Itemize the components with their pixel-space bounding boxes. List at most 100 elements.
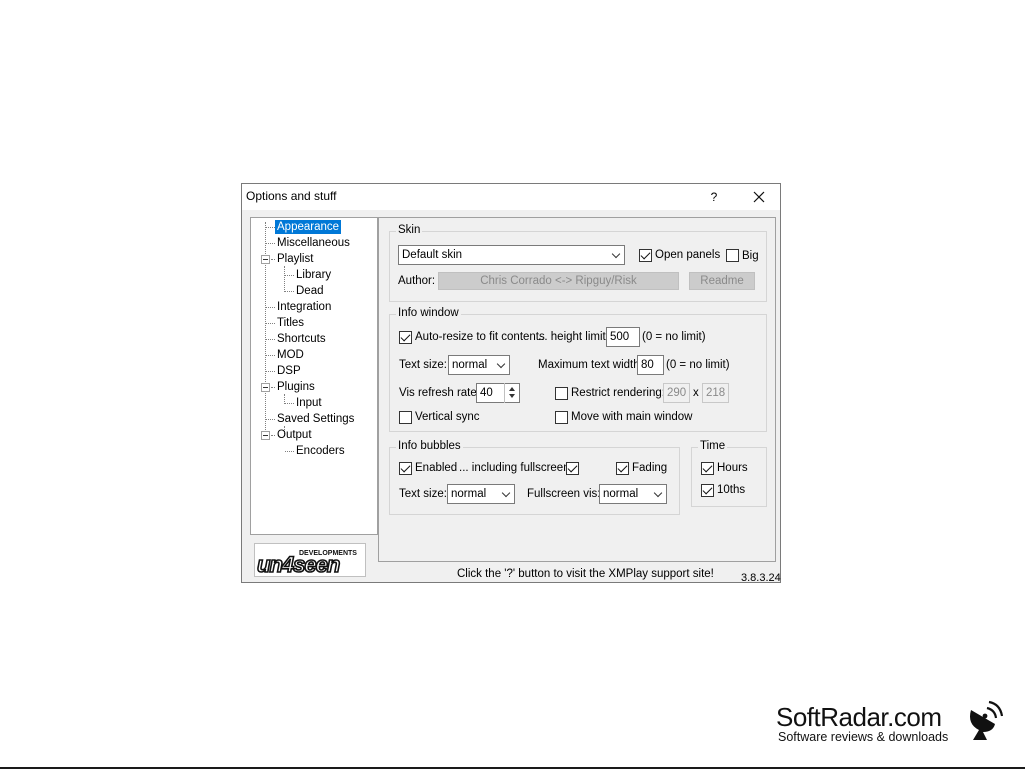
skin-select-value: Default skin xyxy=(402,249,463,261)
bubbles-text-size-select[interactable]: normal xyxy=(447,484,515,504)
vis-refresh-value: 40 xyxy=(480,387,493,399)
max-width-input[interactable]: 80 xyxy=(637,355,664,375)
help-button[interactable]: ? xyxy=(704,186,724,208)
height-limit-label: ... height limit: xyxy=(538,331,609,343)
tree-item-encoders[interactable]: Encoders xyxy=(294,444,347,458)
bubbles-enabled-label: Enabled xyxy=(415,462,458,474)
info-window-group: Info window Auto-resize to fit contents … xyxy=(389,307,767,432)
info-bubbles-group: Info bubbles Enabled ... including fulls… xyxy=(389,440,680,515)
tree-line xyxy=(266,307,275,308)
fullscreen-vis-value: normal xyxy=(603,488,639,500)
max-width-label: Maximum text width: xyxy=(538,359,643,371)
spin-up-icon[interactable] xyxy=(509,387,515,391)
bubbles-text-size-value: normal xyxy=(451,488,487,500)
text-size-value: normal xyxy=(452,359,488,371)
tree-item-mod[interactable]: MOD xyxy=(275,348,306,362)
bubbles-text-size-label: Text size: xyxy=(399,488,447,500)
info-window-group-label: Info window xyxy=(396,307,461,319)
tenths-checkbox[interactable] xyxy=(701,484,714,497)
bubbles-fading-label: Fading xyxy=(632,462,668,474)
max-width-note: (0 = no limit) xyxy=(666,359,730,371)
hours-label: Hours xyxy=(717,462,748,474)
tree-line xyxy=(285,291,294,292)
tree-line xyxy=(285,403,294,404)
tree-line xyxy=(266,419,275,420)
chevron-down-icon xyxy=(496,359,506,369)
settings-panel: Skin Default skin Open panels Big Author… xyxy=(378,217,776,562)
tree-item-integration[interactable]: Integration xyxy=(275,300,333,314)
options-dialog: Options and stuff ? Appearance Miscellan… xyxy=(241,183,781,584)
tree-line xyxy=(285,275,294,276)
bubbles-fading-checkbox[interactable] xyxy=(616,462,629,475)
collapse-icon[interactable] xyxy=(261,431,270,440)
auto-resize-checkbox[interactable] xyxy=(399,331,412,344)
tree-item-saved-settings[interactable]: Saved Settings xyxy=(275,412,356,426)
tree-item-plugins[interactable]: Plugins xyxy=(275,380,317,394)
vis-refresh-spinner[interactable] xyxy=(504,383,519,403)
time-group: Time Hours 10ths xyxy=(691,440,767,507)
status-text: Click the '?' button to visit the XMPlay… xyxy=(457,568,714,580)
tree-item-titles[interactable]: Titles xyxy=(275,316,306,330)
tree-item-miscellaneous[interactable]: Miscellaneous xyxy=(275,236,352,250)
info-bubbles-group-label: Info bubbles xyxy=(396,440,463,452)
satellite-dish-icon xyxy=(970,700,1003,740)
hours-checkbox[interactable] xyxy=(701,462,714,475)
bubbles-fullscreen-label: ... including fullscreen xyxy=(459,462,570,474)
close-icon xyxy=(753,191,765,203)
fullscreen-vis-select[interactable]: normal xyxy=(599,484,667,504)
tree-line xyxy=(285,451,294,452)
tree-line xyxy=(266,323,275,324)
restrict-height-input: 218 xyxy=(702,383,729,403)
chevron-down-icon xyxy=(501,488,511,498)
vis-refresh-input[interactable]: 40 xyxy=(476,383,520,403)
auto-resize-label: Auto-resize to fit contents xyxy=(415,331,545,343)
collapse-icon[interactable] xyxy=(261,255,270,264)
tree-item-library[interactable]: Library xyxy=(294,268,333,282)
restrict-width-input: 290 xyxy=(663,383,690,403)
big-checkbox[interactable] xyxy=(726,249,739,262)
move-with-main-label: Move with main window xyxy=(571,411,693,423)
spin-down-icon[interactable] xyxy=(509,394,515,398)
tree-line xyxy=(266,243,275,244)
restrict-rendering-label: Restrict rendering: xyxy=(571,387,665,399)
height-limit-input[interactable]: 500 xyxy=(606,327,640,347)
time-group-label: Time xyxy=(698,440,728,452)
tree-item-output[interactable]: Output xyxy=(275,428,314,442)
un4seen-logo: DEVELOPMENTS un4seen xyxy=(254,543,366,577)
vertical-sync-checkbox[interactable] xyxy=(399,411,412,424)
window-title: Options and stuff xyxy=(246,189,337,203)
chevron-down-icon xyxy=(653,488,663,498)
tree-item-shortcuts[interactable]: Shortcuts xyxy=(275,332,328,346)
vertical-sync-label: Vertical sync xyxy=(415,411,480,423)
open-panels-checkbox[interactable] xyxy=(639,249,652,262)
watermark-name: SoftRadar.com xyxy=(776,702,942,732)
readme-button[interactable]: Readme xyxy=(689,272,755,290)
chevron-down-icon xyxy=(611,249,621,259)
watermark-tagline: Software reviews & downloads xyxy=(778,730,949,744)
tree-line xyxy=(266,227,275,228)
logo-main-text: un4seen xyxy=(257,552,340,576)
options-tree[interactable]: Appearance Miscellaneous Playlist Librar… xyxy=(250,217,378,535)
fullscreen-vis-label: Fullscreen vis: xyxy=(527,488,601,500)
skin-select[interactable]: Default skin xyxy=(398,245,625,265)
big-label: Big xyxy=(742,250,759,262)
bubbles-enabled-checkbox[interactable] xyxy=(399,462,412,475)
tree-item-dsp[interactable]: DSP xyxy=(275,364,303,378)
title-bar[interactable]: Options and stuff ? xyxy=(242,184,780,210)
tenths-label: 10ths xyxy=(717,484,746,496)
restrict-rendering-checkbox[interactable] xyxy=(555,387,568,400)
close-button[interactable] xyxy=(744,185,774,209)
text-size-label: Text size: xyxy=(399,359,447,371)
text-size-select[interactable]: normal xyxy=(448,355,510,375)
tree-item-input[interactable]: Input xyxy=(294,396,324,410)
open-panels-label: Open panels xyxy=(655,249,721,261)
tree-item-playlist[interactable]: Playlist xyxy=(275,252,315,266)
tree-item-dead[interactable]: Dead xyxy=(294,284,326,298)
bubbles-fullscreen-checkbox[interactable] xyxy=(566,462,579,475)
move-with-main-checkbox[interactable] xyxy=(555,411,568,424)
tree-item-appearance[interactable]: Appearance xyxy=(275,220,342,234)
author-field: Chris Corrado <-> Ripguy/Risk xyxy=(438,272,679,290)
skin-group-label: Skin xyxy=(396,224,423,236)
vis-refresh-label: Vis refresh rate: xyxy=(399,387,480,399)
collapse-icon[interactable] xyxy=(261,383,270,392)
